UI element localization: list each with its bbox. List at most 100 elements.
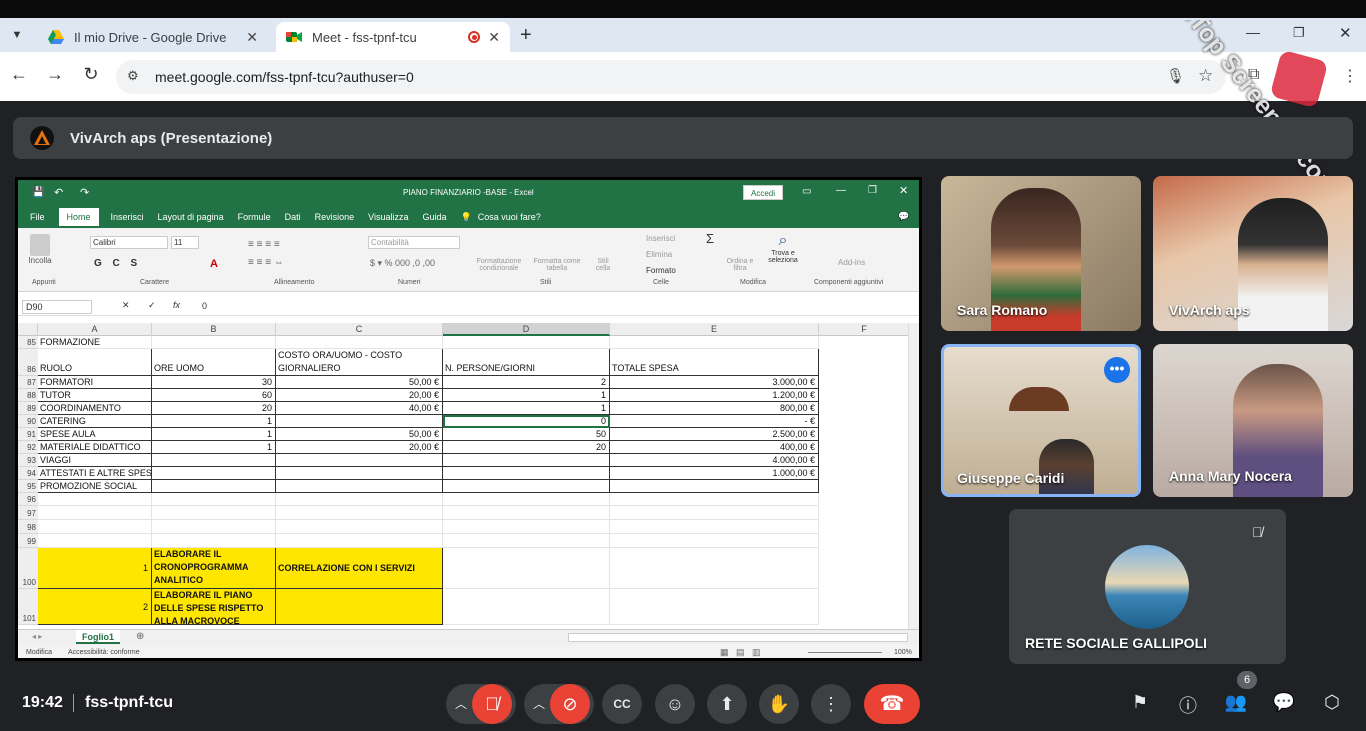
name-box[interactable]: D90 [22, 300, 92, 314]
activities-icon[interactable]: ⬡ [1320, 692, 1344, 716]
close-tab-icon[interactable]: ✕ [246, 29, 258, 46]
menu-view[interactable]: Visualizza [368, 212, 408, 222]
cell-d92[interactable]: 20 [443, 441, 610, 454]
cell-c94[interactable] [276, 467, 443, 480]
tab-google-meet[interactable]: Meet - fss-tpnf-tcu ✕ [276, 22, 510, 52]
cell-b100[interactable]: ELABORARE IL CRONOPROGRAMMA ANALITICO [152, 548, 276, 589]
cell-a97[interactable] [38, 506, 152, 520]
row-header[interactable]: 85 [18, 336, 38, 349]
cell-e89[interactable]: 800,00 € [610, 402, 819, 415]
cell-d99[interactable] [443, 534, 610, 548]
cell-c86[interactable]: COSTO ORA/UOMO - COSTO GIORNALIERO [276, 349, 443, 376]
column-header-d[interactable]: D [443, 323, 610, 336]
row-header[interactable]: 93 [18, 454, 38, 467]
percent-icons[interactable]: $ ▾ % 000 ,0 ,00 [370, 258, 435, 269]
cell-c99[interactable] [276, 534, 443, 548]
row-header[interactable]: 90 [18, 415, 38, 428]
cell-d94[interactable] [443, 467, 610, 480]
cell-b85[interactable] [152, 336, 276, 349]
more-options-icon[interactable]: ••• [1104, 357, 1130, 383]
cell-e86[interactable]: TOTALE SPESA [610, 349, 819, 376]
cell-d101[interactable] [443, 589, 610, 625]
cell-c85[interactable] [276, 336, 443, 349]
cell-b89[interactable]: 20 [152, 402, 276, 415]
cell-a90[interactable]: CATERING [38, 415, 152, 428]
cell-a92[interactable]: MATERIALE DIDATTICO [38, 441, 152, 454]
add-sheet-icon[interactable]: ⊕ [136, 631, 144, 642]
column-header-a[interactable]: A [38, 323, 152, 336]
sheet-tab-foglio1[interactable]: Foglio1 [76, 630, 120, 644]
cell-e93[interactable]: 4.000,00 € [610, 454, 819, 467]
function-icon[interactable]: fx [173, 300, 180, 310]
cell-a88[interactable]: TUTOR [38, 389, 152, 402]
format-cells-button[interactable]: Formato [646, 266, 676, 275]
cell-b86[interactable]: ORE UOMO [152, 349, 276, 376]
ribbon-display-icon[interactable]: ▭ [802, 186, 811, 197]
sign-in-button[interactable]: Accedi [743, 185, 783, 200]
cell-d95[interactable] [443, 480, 610, 493]
confirm-icon[interactable]: ✓ [148, 300, 156, 311]
cell-a101[interactable]: 2 [38, 589, 152, 625]
paste-button[interactable]: Incolla [26, 234, 54, 265]
microphone-off-button[interactable]: 🎙̸ [472, 684, 512, 724]
accessibility-status[interactable]: Accessibilità: conforme [68, 649, 140, 656]
undo-icon[interactable]: ↶ [54, 186, 63, 199]
cell-d93[interactable] [443, 454, 610, 467]
new-tab-button[interactable]: + [520, 24, 532, 47]
find-select-button[interactable]: ⌕ Trova e seleziona [762, 232, 804, 264]
cell-d97[interactable] [443, 506, 610, 520]
delete-cells-button[interactable]: Elimina [646, 250, 672, 259]
tell-me-box[interactable]: Cosa vuoi fare? [478, 212, 541, 222]
cell-b96[interactable] [152, 493, 276, 506]
cell-a98[interactable] [38, 520, 152, 534]
conditional-format-button[interactable]: Formattazione condizionale [471, 258, 527, 272]
cell-b93[interactable] [152, 454, 276, 467]
redo-icon[interactable]: ↷ [80, 186, 89, 199]
emoji-button[interactable]: ☺ [655, 684, 695, 724]
addins-button[interactable]: Add-ins [838, 258, 865, 267]
row-header[interactable]: 94 [18, 467, 38, 480]
row-header[interactable]: 98 [18, 520, 38, 534]
cell-e97[interactable] [610, 506, 819, 520]
cell-b99[interactable] [152, 534, 276, 548]
row-header[interactable]: 101 [18, 589, 38, 625]
font-name-select[interactable]: Calibri [90, 236, 168, 249]
maximize-icon[interactable]: ❐ [868, 185, 877, 196]
cell-c93[interactable] [276, 454, 443, 467]
cell-c87[interactable]: 50,00 € [276, 376, 443, 389]
column-header-b[interactable]: B [152, 323, 276, 336]
more-options-button[interactable]: ⋮ [811, 684, 851, 724]
menu-data[interactable]: Dati [285, 212, 301, 222]
insert-cells-button[interactable]: Inserisci [646, 234, 675, 243]
cell-a87[interactable]: FORMATORI [38, 376, 152, 389]
cell-e100[interactable] [610, 548, 819, 589]
zoom-level[interactable]: 100% [894, 649, 912, 656]
cell-b92[interactable]: 1 [152, 441, 276, 454]
cell-c90[interactable] [276, 415, 443, 428]
cell-e95[interactable] [610, 480, 819, 493]
row-header[interactable]: 88 [18, 389, 38, 402]
menu-file[interactable]: File [30, 212, 45, 222]
cell-a85[interactable]: FORMAZIONE [38, 336, 152, 349]
cell-a89[interactable]: COORDINAMENTO [38, 402, 152, 415]
cell-d87[interactable]: 2 [443, 376, 610, 389]
comments-icon[interactable]: 💬 [898, 211, 909, 222]
cell-d100[interactable] [443, 548, 610, 589]
cell-e99[interactable] [610, 534, 819, 548]
cell-c95[interactable] [276, 480, 443, 493]
cell-b87[interactable]: 30 [152, 376, 276, 389]
menu-page-layout[interactable]: Layout di pagina [158, 212, 224, 222]
cell-d85[interactable] [443, 336, 610, 349]
leave-call-button[interactable]: ☎ [864, 684, 920, 724]
cell-e98[interactable] [610, 520, 819, 534]
cell-c100[interactable]: CORRELAZIONE CON I SERVIZI [276, 548, 443, 589]
sort-filter-button[interactable]: Ordina e filtra [724, 258, 756, 272]
cell-e85[interactable] [610, 336, 819, 349]
cell-b98[interactable] [152, 520, 276, 534]
host-controls-icon[interactable]: ⚑ [1128, 692, 1152, 716]
row-header[interactable]: 92 [18, 441, 38, 454]
cell-c89[interactable]: 40,00 € [276, 402, 443, 415]
cell-a100[interactable]: 1 [38, 548, 152, 589]
participant-tile[interactable]: Sara Romano [941, 176, 1141, 331]
participant-tile[interactable]: Anna Mary Nocera [1153, 344, 1353, 497]
